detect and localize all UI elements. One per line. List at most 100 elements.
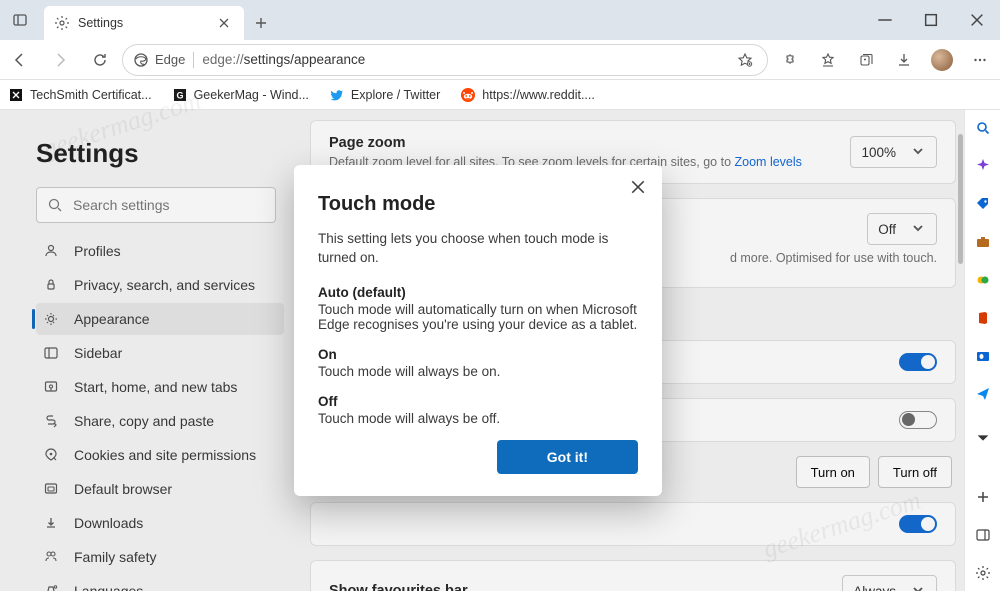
option-name: On — [318, 347, 337, 362]
sidebar-games-button[interactable] — [973, 270, 993, 290]
close-icon — [969, 12, 985, 28]
sidebar-item-appearance[interactable]: Appearance — [36, 303, 284, 335]
gear-icon — [975, 565, 991, 581]
sidebar-item-languages[interactable]: Languages — [36, 575, 284, 591]
nav-label: Languages — [74, 583, 143, 591]
refresh-icon — [92, 52, 108, 68]
nav-label: Share, copy and paste — [74, 413, 214, 429]
page-zoom-select[interactable]: 100% — [850, 136, 937, 168]
option-desc: Touch mode will always be off. — [318, 411, 638, 426]
dialog-option: OffTouch mode will always be off. — [318, 393, 638, 426]
star-icon — [737, 52, 753, 68]
sidebar-send-button[interactable] — [973, 384, 993, 404]
touch-mode-select[interactable]: Off — [867, 213, 937, 245]
close-window-button[interactable] — [954, 0, 1000, 40]
refresh-button[interactable] — [82, 44, 118, 76]
option-desc: Touch mode will always be on. — [318, 364, 638, 379]
sidebar-item-start-home-and-new-tabs[interactable]: Start, home, and new tabs — [36, 371, 284, 403]
downloads-button[interactable] — [886, 44, 922, 76]
maximize-button[interactable] — [908, 0, 954, 40]
close-icon — [630, 179, 646, 195]
address-bar[interactable]: Edge edge://settings/appearance — [122, 44, 768, 76]
favorite-button[interactable] — [733, 52, 757, 68]
sidebar-item-family-safety[interactable]: Family safety — [36, 541, 284, 573]
sidebar-settings-button[interactable] — [973, 563, 993, 583]
tab-close-button[interactable] — [214, 13, 234, 33]
sidebar-more-button[interactable] — [973, 428, 993, 448]
maximize-icon — [923, 12, 939, 28]
paper-plane-icon — [975, 386, 991, 402]
sidebar-tools-button[interactable] — [973, 232, 993, 252]
turn-off-button[interactable]: Turn off — [878, 456, 952, 488]
toggle-switch[interactable] — [899, 411, 937, 429]
sidebar-outlook-button[interactable] — [973, 346, 993, 366]
plus-icon — [253, 15, 269, 31]
new-tab-button[interactable] — [244, 6, 278, 40]
window-controls — [862, 0, 1000, 40]
nav-label: Appearance — [74, 311, 150, 327]
toggle-switch[interactable] — [899, 515, 937, 533]
turn-on-button[interactable]: Turn on — [796, 456, 870, 488]
nav-label: Sidebar — [74, 345, 122, 361]
bookmark-item[interactable]: GGeekerMag - Wind... — [172, 87, 309, 103]
search-input[interactable] — [73, 197, 265, 213]
nav-icon — [42, 514, 60, 532]
settings-search[interactable] — [36, 187, 276, 223]
card-favourites-bar: Show favourites bar Always — [310, 560, 956, 591]
dialog-close-button[interactable] — [626, 175, 650, 199]
forward-button[interactable] — [42, 44, 78, 76]
sidebar-add-button[interactable] — [973, 487, 993, 507]
sidebar-item-privacy-search-and-services[interactable]: Privacy, search, and services — [36, 269, 284, 301]
panel-icon — [975, 527, 991, 543]
minimize-button[interactable] — [862, 0, 908, 40]
sidebar-shopping-button[interactable] — [973, 194, 993, 214]
collections-button[interactable] — [848, 44, 884, 76]
profile-button[interactable] — [924, 44, 960, 76]
sidebar-item-profiles[interactable]: Profiles — [36, 235, 284, 267]
back-button[interactable] — [2, 44, 38, 76]
card-toggle-3 — [310, 502, 956, 546]
sidebar-item-downloads[interactable]: Downloads — [36, 507, 284, 539]
sidebar-item-cookies-and-site-permissions[interactable]: Cookies and site permissions — [36, 439, 284, 471]
bookmark-favicon: G — [172, 87, 188, 103]
sidebar-collapse-button[interactable] — [973, 525, 993, 545]
sidebar-search-button[interactable] — [973, 118, 993, 138]
sidebar-office-button[interactable] — [973, 308, 993, 328]
bookmark-item[interactable]: https://www.reddit.... — [460, 87, 595, 103]
more-menu-button[interactable] — [962, 44, 998, 76]
sidebar-item-default-browser[interactable]: Default browser — [36, 473, 284, 505]
scrollbar-thumb[interactable] — [958, 134, 963, 264]
svg-text:G: G — [176, 90, 183, 100]
browser-tab[interactable]: Settings — [44, 6, 244, 40]
minimize-icon — [877, 12, 893, 28]
search-icon — [975, 120, 991, 136]
nav-label: Cookies and site permissions — [74, 447, 256, 463]
sidebar-item-share-copy-and-paste[interactable]: Share, copy and paste — [36, 405, 284, 437]
zoom-levels-link[interactable]: Zoom levels — [735, 155, 802, 169]
toggle-switch[interactable] — [899, 353, 937, 371]
star-lines-icon — [820, 52, 836, 68]
extensions-button[interactable] — [772, 44, 808, 76]
reddit-icon — [460, 87, 476, 103]
nav-label: Downloads — [74, 515, 143, 531]
chevron-down-icon — [975, 430, 991, 446]
sidebar-discover-button[interactable] — [973, 156, 993, 176]
tag-icon — [975, 196, 991, 212]
bookmark-favicon — [8, 87, 24, 103]
site-label: Edge — [155, 52, 185, 67]
site-identity[interactable]: Edge — [133, 52, 185, 68]
nav-icon — [42, 310, 60, 328]
favourites-bar-select[interactable]: Always — [842, 575, 937, 591]
tab-actions-button[interactable] — [0, 0, 40, 40]
twitter-icon — [329, 87, 345, 103]
nav-label: Default browser — [74, 481, 172, 497]
favorites-button[interactable] — [810, 44, 846, 76]
bookmark-item[interactable]: TechSmith Certificat... — [8, 87, 152, 103]
card-title: Show favourites bar — [329, 583, 468, 591]
plus-icon — [975, 489, 991, 505]
sidebar-item-sidebar[interactable]: Sidebar — [36, 337, 284, 369]
bookmark-item[interactable]: Explore / Twitter — [329, 87, 440, 103]
collections-icon — [858, 52, 874, 68]
download-icon — [896, 52, 912, 68]
dialog-confirm-button[interactable]: Got it! — [497, 440, 638, 474]
